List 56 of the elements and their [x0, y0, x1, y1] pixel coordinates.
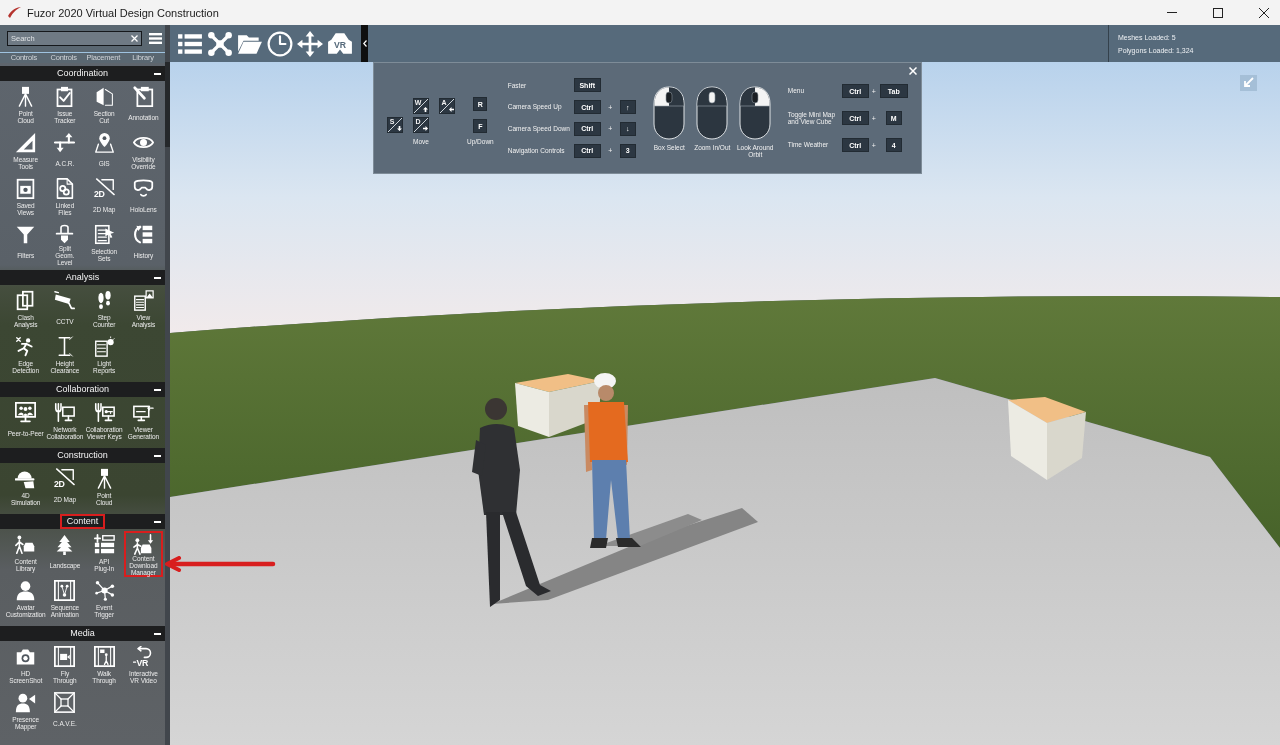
- scrollbar[interactable]: [165, 25, 170, 745]
- mouse-icon: [653, 85, 686, 140]
- split-cylinder-icon: [54, 224, 76, 245]
- up-down-arrows-icon: [54, 132, 76, 153]
- film-nodes-icon: [54, 580, 76, 601]
- section-title[interactable]: Construction: [50, 448, 115, 463]
- plus-list-icon: [93, 534, 115, 555]
- network-monitor-icon: [54, 402, 76, 423]
- menu-icon[interactable]: [149, 33, 162, 44]
- drone-icon[interactable]: [207, 30, 233, 57]
- person-car-icon: [15, 534, 37, 555]
- person-camera-icon: [15, 692, 37, 713]
- cctv-camera-icon: [54, 290, 76, 311]
- camera-frame-icon: [15, 178, 37, 199]
- clock-icon[interactable]: [267, 30, 293, 57]
- list-image-icon: [132, 290, 154, 311]
- list-cursor-icon: [93, 224, 115, 245]
- minus-icon[interactable]: [154, 388, 161, 391]
- minus-icon[interactable]: [154, 632, 161, 635]
- clear-icon[interactable]: [131, 35, 138, 42]
- person-icon: [15, 580, 37, 601]
- headset-icon: [132, 178, 154, 199]
- arrow-right-icon: [422, 126, 428, 131]
- close-icon[interactable]: [1259, 7, 1269, 18]
- person-car-arrow-icon: [132, 534, 154, 555]
- vr-headset-icon[interactable]: VR: [327, 30, 353, 57]
- minus-icon[interactable]: [154, 454, 161, 457]
- arrow-down-icon: [396, 126, 402, 131]
- section-title[interactable]: Analysis: [58, 270, 107, 285]
- history-icon: [132, 224, 154, 245]
- move-icon[interactable]: [297, 30, 323, 57]
- arrow-up-icon: [422, 107, 428, 112]
- section-title[interactable]: Media: [63, 626, 102, 641]
- chevron-left-icon[interactable]: [362, 40, 367, 47]
- cave-frame-icon: [54, 692, 76, 713]
- swoosh-logo-icon: [8, 7, 21, 18]
- section-title[interactable]: Collaboration: [48, 382, 116, 397]
- monitor-key-icon: [93, 402, 115, 423]
- node-graph-icon: [93, 580, 115, 601]
- section-title[interactable]: Coordination: [49, 66, 115, 81]
- mouse-icon: [739, 85, 772, 140]
- list-bulb-icon: [93, 336, 115, 357]
- section-title[interactable]: Content: [59, 514, 106, 529]
- minus-icon[interactable]: [154, 276, 161, 279]
- film-camera-icon: [54, 646, 76, 667]
- arrow-left-icon: [448, 107, 454, 112]
- window-title: Fuzor 2020 Virtual Design Construction: [27, 6, 220, 19]
- minus-icon[interactable]: [154, 520, 161, 523]
- film-person-icon: [93, 646, 115, 667]
- maximize-icon[interactable]: [1213, 7, 1223, 18]
- monitor-people-icon: [15, 402, 37, 423]
- map-pin-icon: [93, 132, 115, 153]
- linked-file-icon: [54, 178, 76, 199]
- minus-icon[interactable]: [154, 72, 161, 75]
- mouse-icon: [696, 85, 729, 140]
- clipboard-pencil-icon: [132, 86, 154, 107]
